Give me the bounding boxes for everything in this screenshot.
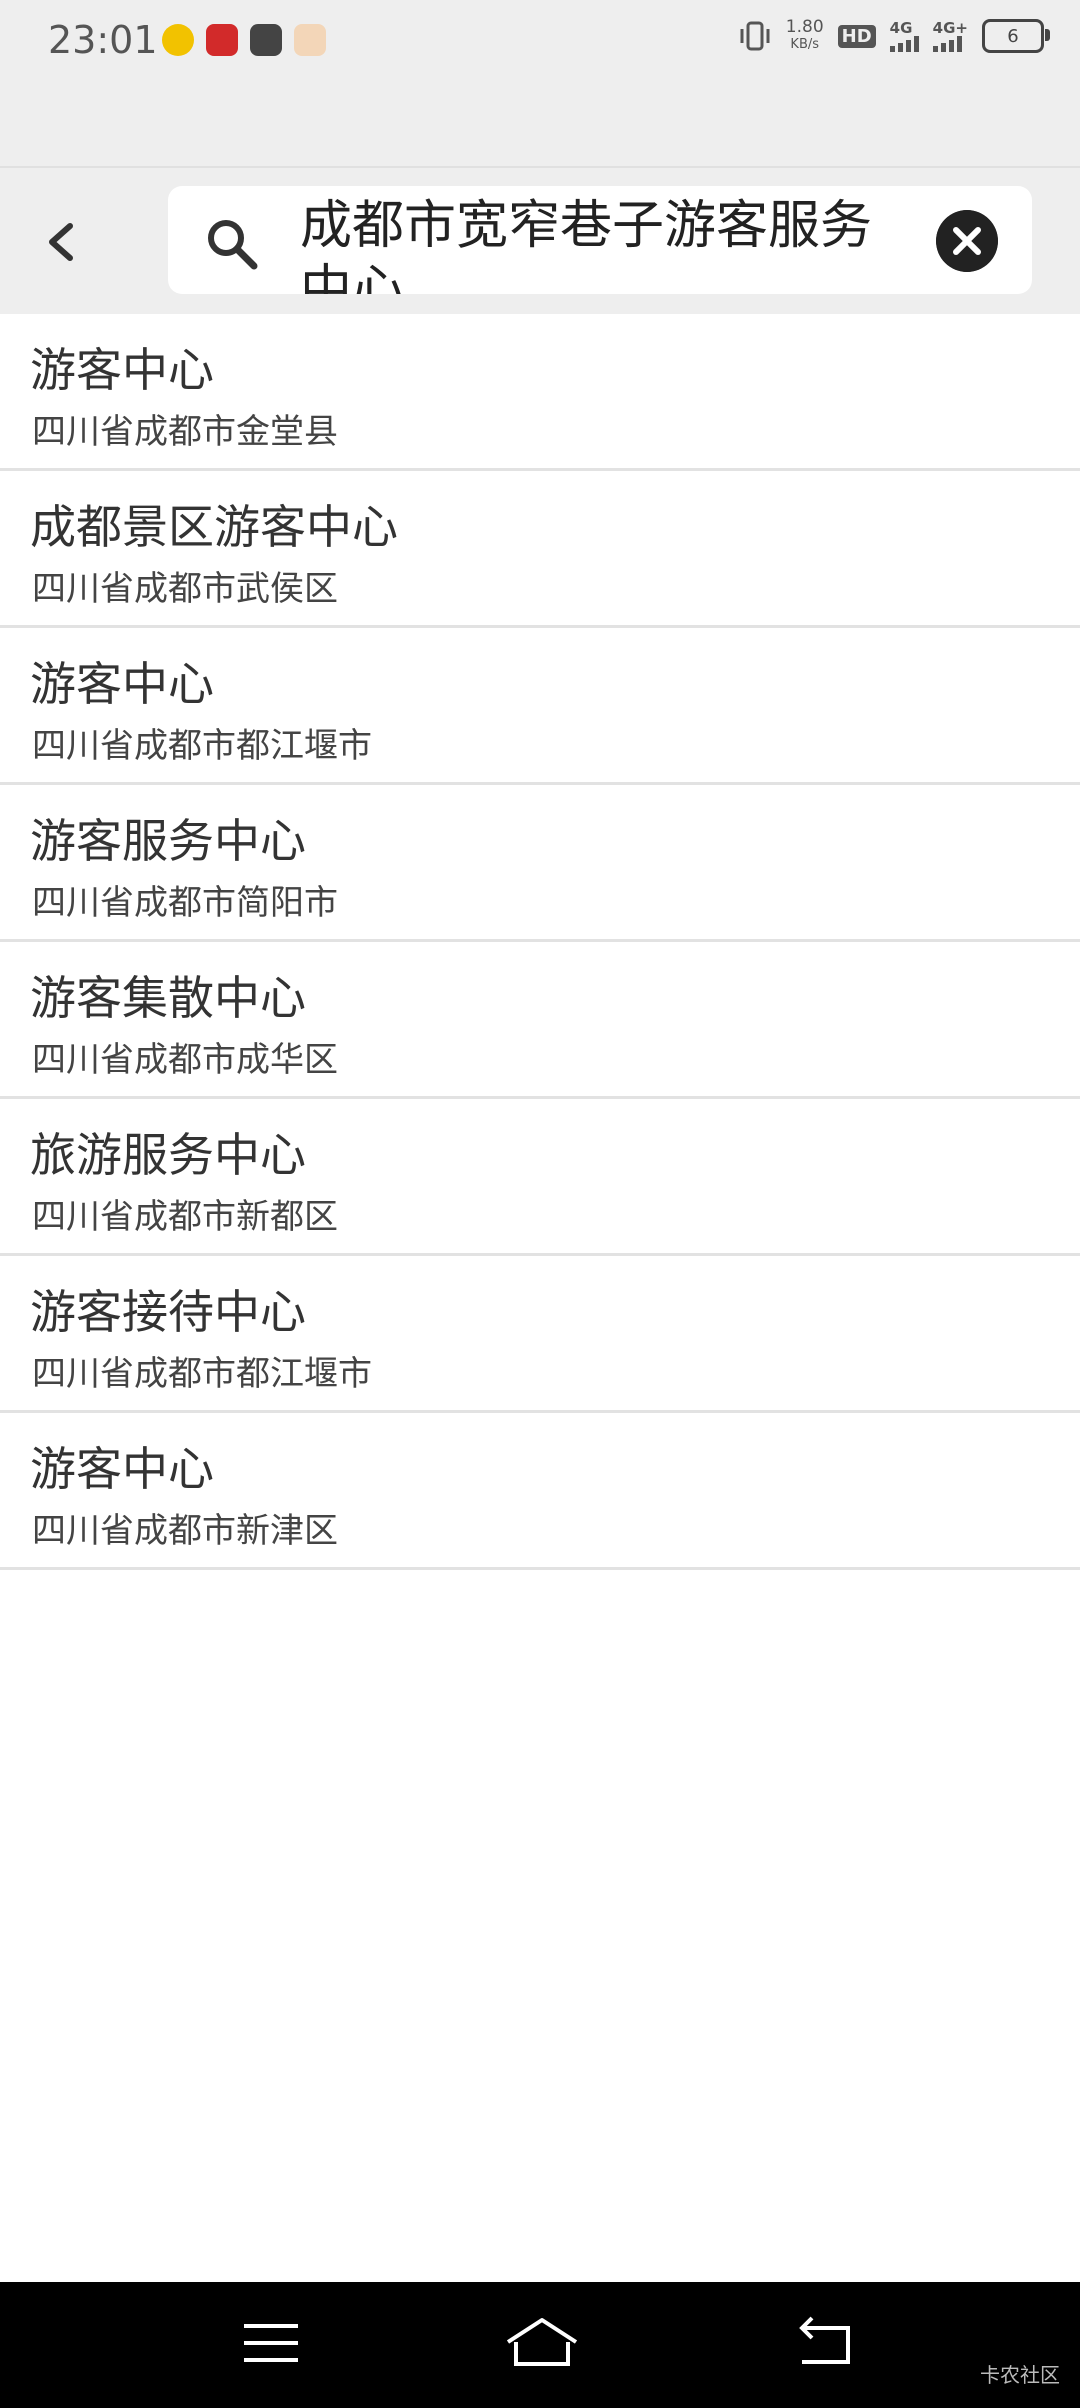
result-title: 游客中心 [30,1442,214,1496]
result-title: 旅游服务中心 [30,1128,306,1182]
cat-app-icon [294,24,326,56]
search-bar: 成都市宽窄巷子游客服务中心 [0,168,1080,314]
result-address: 四川省成都市成华区 [32,1040,338,1080]
result-address: 四川省成都市简阳市 [32,883,338,923]
result-title: 成都景区游客中心 [30,500,398,554]
result-address: 四川省成都市武侯区 [32,569,338,609]
coin-app-icon [162,24,194,56]
signal-1: 4G [889,19,919,52]
list-item[interactable]: 成都景区游客中心 四川省成都市武侯区 [0,471,1080,628]
list-item[interactable]: 游客服务中心 四川省成都市简阳市 [0,785,1080,942]
list-item[interactable]: 游客中心 四川省成都市金堂县 [0,314,1080,471]
signal-bars-icon [932,36,968,52]
search-query[interactable]: 成都市宽窄巷子游客服务中心 [300,194,920,294]
header-spacer [0,84,1080,168]
red-app-icon [206,24,238,56]
signal-2-label: 4G+ [932,19,968,37]
hd-icon: HD [837,24,876,48]
result-title: 游客服务中心 [30,814,306,868]
results-list: 游客中心 四川省成都市金堂县 成都景区游客中心 四川省成都市武侯区 游客中心 四… [0,314,1080,1570]
result-title: 游客中心 [30,343,214,397]
clear-icon[interactable] [936,210,998,272]
result-title: 游客接待中心 [30,1285,306,1339]
status-indicators: 1.80 KB/s HD 4G 4G+ 6 [738,18,1050,54]
signal-bars-icon [889,36,919,52]
list-item[interactable]: 游客集散中心 四川省成都市成华区 [0,942,1080,1099]
home-icon[interactable] [504,2312,580,2374]
notification-icons [162,24,326,56]
list-item[interactable]: 游客中心 四川省成都市都江堰市 [0,628,1080,785]
bag-app-icon [250,24,282,56]
menu-icon[interactable] [236,2312,306,2374]
result-address: 四川省成都市都江堰市 [32,726,372,766]
result-address: 四川省成都市都江堰市 [32,1354,372,1394]
navigation-bar: 卡农社区 [0,2282,1080,2408]
network-speed-value: 1.80 [785,17,824,37]
result-address: 四川省成都市新都区 [32,1197,338,1237]
list-item[interactable]: 旅游服务中心 四川省成都市新都区 [0,1099,1080,1256]
result-title: 游客集散中心 [30,971,306,1025]
result-address: 四川省成都市金堂县 [32,412,338,452]
watermark: 卡农社区 [980,2363,1060,2387]
status-time: 23:01 [48,18,158,62]
network-speed: 1.80 KB/s [786,18,824,54]
search-icon [208,220,258,270]
back-icon[interactable] [790,2312,860,2374]
signal-2: 4G+ [932,19,968,52]
result-title: 游客中心 [30,657,214,711]
back-arrow-icon[interactable] [40,218,84,266]
signal-1-label: 4G [889,19,913,37]
list-item[interactable]: 游客中心 四川省成都市新津区 [0,1413,1080,1570]
status-bar: 23:01 1.80 KB/s HD 4G 4G+ 6 [0,0,1080,84]
list-item[interactable]: 游客接待中心 四川省成都市都江堰市 [0,1256,1080,1413]
battery-level: 6 [1007,25,1019,47]
battery-icon: 6 [982,19,1050,53]
result-address: 四川省成都市新津区 [32,1511,338,1551]
vibrate-icon [740,21,770,51]
network-speed-unit: KB/s [790,37,820,52]
search-input[interactable]: 成都市宽窄巷子游客服务中心 [168,186,1032,294]
